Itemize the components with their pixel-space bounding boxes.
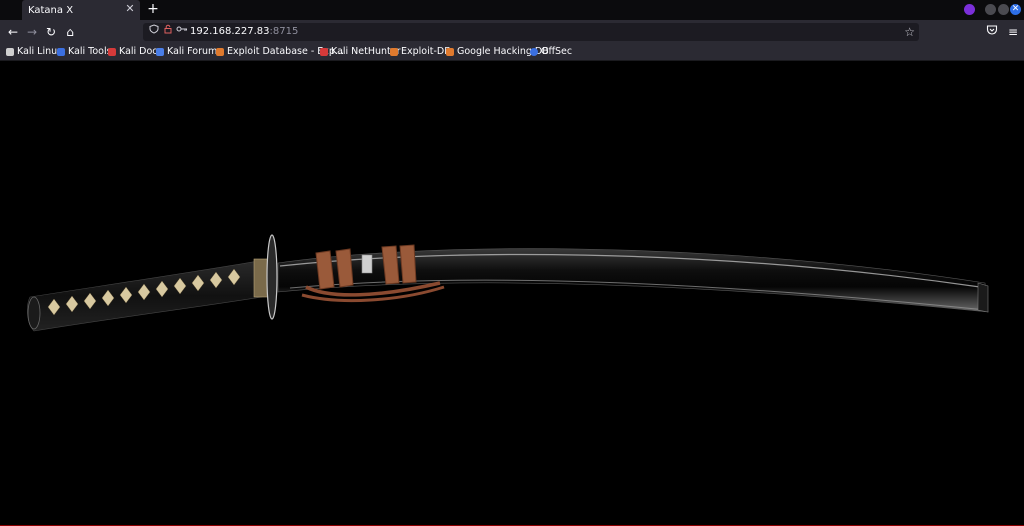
shield-icon[interactable]	[149, 23, 159, 41]
key-icon[interactable]	[176, 23, 188, 41]
pocket-icon[interactable]	[983, 23, 1001, 41]
reload-icon[interactable]: ↻	[42, 23, 60, 41]
exploit-db-icon	[390, 48, 398, 56]
menu-icon[interactable]: ≡	[1004, 23, 1022, 41]
kali-forums-icon	[156, 48, 164, 56]
kali-docs-icon	[108, 48, 116, 56]
bookmark-kali-linux[interactable]: Kali Linux	[6, 44, 63, 60]
url-port: :8715	[269, 26, 299, 37]
bookmark-star-icon[interactable]: ☆	[904, 23, 915, 41]
page-content	[0, 61, 1024, 526]
minimize-button[interactable]	[985, 4, 996, 15]
bookmark-offsec[interactable]: OffSec	[530, 44, 572, 60]
kali-nethunter-icon	[320, 48, 328, 56]
bookmark-kali-nethunter[interactable]: Kali NetHunter	[320, 44, 401, 60]
tab-title: Katana X	[28, 4, 74, 16]
bookmarks-toolbar: Kali Linux Kali Tools Kali Docs Kali For…	[0, 44, 1024, 61]
kali-tools-icon	[57, 48, 65, 56]
url-text[interactable]: 192.168.227.83:8715	[190, 23, 298, 41]
offsec-icon	[530, 48, 538, 56]
bookmark-kali-docs[interactable]: Kali Docs	[108, 44, 162, 60]
window-close-button[interactable]: ✕	[1010, 4, 1021, 15]
url-bar[interactable]: 192.168.227.83:8715 ☆	[143, 23, 919, 41]
google-hacking-db-icon	[446, 48, 454, 56]
tab-strip: Katana X ✕ + ✕	[0, 0, 1024, 20]
exploit-database-icon	[216, 48, 224, 56]
maximize-button[interactable]	[998, 4, 1009, 15]
tab-katana-x[interactable]: Katana X ✕	[22, 0, 140, 20]
insecure-lock-icon[interactable]	[163, 23, 173, 41]
home-icon[interactable]: ⌂	[61, 23, 79, 41]
katana-image	[27, 234, 989, 332]
bookmark-kali-tools[interactable]: Kali Tools	[57, 44, 112, 60]
forward-icon[interactable]: →	[23, 23, 41, 41]
close-icon[interactable]: ✕	[124, 3, 136, 15]
bookmark-label: Kali Linux	[17, 46, 63, 57]
extension-icon[interactable]	[964, 4, 975, 15]
back-icon[interactable]: ←	[4, 23, 22, 41]
bookmark-exploit-db[interactable]: Exploit-DB	[390, 44, 451, 60]
bookmark-label: Exploit-DB	[401, 46, 451, 57]
bookmark-label: Kali Tools	[68, 46, 112, 57]
bookmark-kali-forums[interactable]: Kali Forums	[156, 44, 222, 60]
url-host: 192.168.227.83	[190, 26, 270, 37]
kali-linux-icon	[6, 48, 14, 56]
bookmark-label: Kali Forums	[167, 46, 223, 57]
bookmark-label: OffSec	[541, 46, 573, 57]
new-tab-button[interactable]: +	[145, 0, 161, 20]
